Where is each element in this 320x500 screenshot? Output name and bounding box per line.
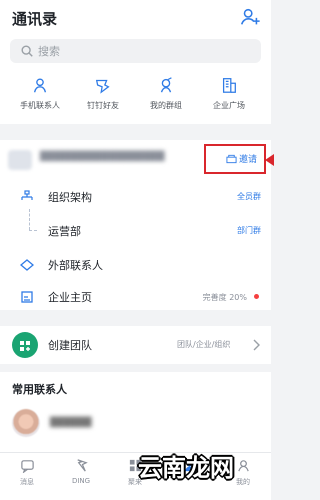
quick-action-label: 钉钉好友 (87, 101, 119, 110)
search-placeholder: 搜索 (38, 45, 60, 58)
external-contacts-icon (20, 259, 34, 271)
building-icon (222, 78, 236, 93)
organization-name-redacted: ██████████████████ (40, 152, 165, 162)
add-contact-icon[interactable] (239, 6, 261, 28)
enterprise-homepage-row[interactable]: 企业主页 完善度 20% (0, 282, 271, 312)
notification-dot (254, 294, 259, 299)
department-label: 运营部 (48, 225, 81, 238)
phone-contacts-button[interactable]: 手机联系人 (6, 76, 74, 111)
invite-label: 邀请 (239, 155, 258, 165)
enterprise-square-button[interactable]: 企业广场 (195, 76, 263, 111)
frequent-contacts-section: 常用联系人 ██████ (0, 372, 271, 452)
contact-avatar[interactable] (12, 409, 40, 437)
frequent-contacts-title: 常用联系人 (12, 383, 67, 396)
friend-icon (95, 79, 110, 94)
department-row[interactable]: 运营部 部门群 (0, 216, 271, 246)
friends-button[interactable]: 钉钉好友 (69, 76, 137, 111)
organization-header[interactable]: ██████████████████ 邀请 (0, 140, 274, 178)
tree-connector (29, 209, 30, 230)
all-staff-group-link[interactable]: 全员群 (237, 191, 261, 202)
quick-actions: 手机联系人 钉钉好友 我的群组 企业广场 (0, 66, 271, 124)
watermark-logo: 云南龙网 (138, 454, 234, 482)
organization-logo-redacted (8, 150, 32, 170)
org-structure-label: 组织架构 (48, 191, 92, 204)
chevron-right-icon (253, 339, 260, 351)
org-structure-icon (21, 190, 33, 200)
page-title: 通讯录 (12, 10, 58, 28)
completion-text: 完善度 20% (202, 293, 247, 302)
tab-label: DING (71, 477, 91, 485)
profile-icon (237, 460, 249, 472)
create-team-icon (12, 332, 38, 358)
search-icon (21, 45, 33, 57)
tab-ding[interactable]: DING (54, 458, 108, 485)
quick-action-label: 手机联系人 (20, 101, 60, 110)
ding-icon (76, 459, 88, 472)
message-icon (20, 460, 34, 473)
create-team-subtitle: 团队/企业/组织 (177, 340, 231, 349)
contact-name-redacted[interactable]: ██████ (50, 418, 92, 428)
enterprise-homepage-label: 企业主页 (48, 291, 92, 304)
department-group-link[interactable]: 部门群 (237, 225, 261, 236)
invite-button[interactable]: 邀请 (204, 144, 266, 174)
search-input[interactable]: 搜索 (10, 39, 261, 63)
top-header: 通讯录 (0, 0, 271, 36)
external-contacts-label: 外部联系人 (48, 259, 103, 272)
quick-action-label: 企业广场 (213, 101, 245, 110)
create-team-label: 创建团队 (48, 339, 92, 352)
my-groups-button[interactable]: 我的群组 (132, 76, 200, 111)
tab-messages[interactable]: 消息 (0, 458, 54, 487)
tab-label: 消息 (20, 478, 34, 486)
homepage-icon (21, 291, 33, 303)
organization-card: ██████████████████ 邀请 组织架构 全员群 运营部 部门群 外… (0, 140, 274, 312)
external-contacts-row[interactable]: 外部联系人 (0, 250, 271, 280)
phone-contacts-icon (33, 78, 47, 93)
group-icon (160, 77, 172, 93)
org-structure-row[interactable]: 组织架构 全员群 (0, 182, 271, 212)
red-arrow-annotation-icon (265, 154, 274, 166)
tree-connector-horizontal (29, 230, 37, 231)
invite-icon (226, 154, 237, 164)
search-section: 搜索 (0, 36, 271, 66)
quick-action-label: 我的群组 (150, 101, 182, 110)
create-team-row[interactable]: 创建团队 团队/企业/组织 (0, 326, 271, 364)
